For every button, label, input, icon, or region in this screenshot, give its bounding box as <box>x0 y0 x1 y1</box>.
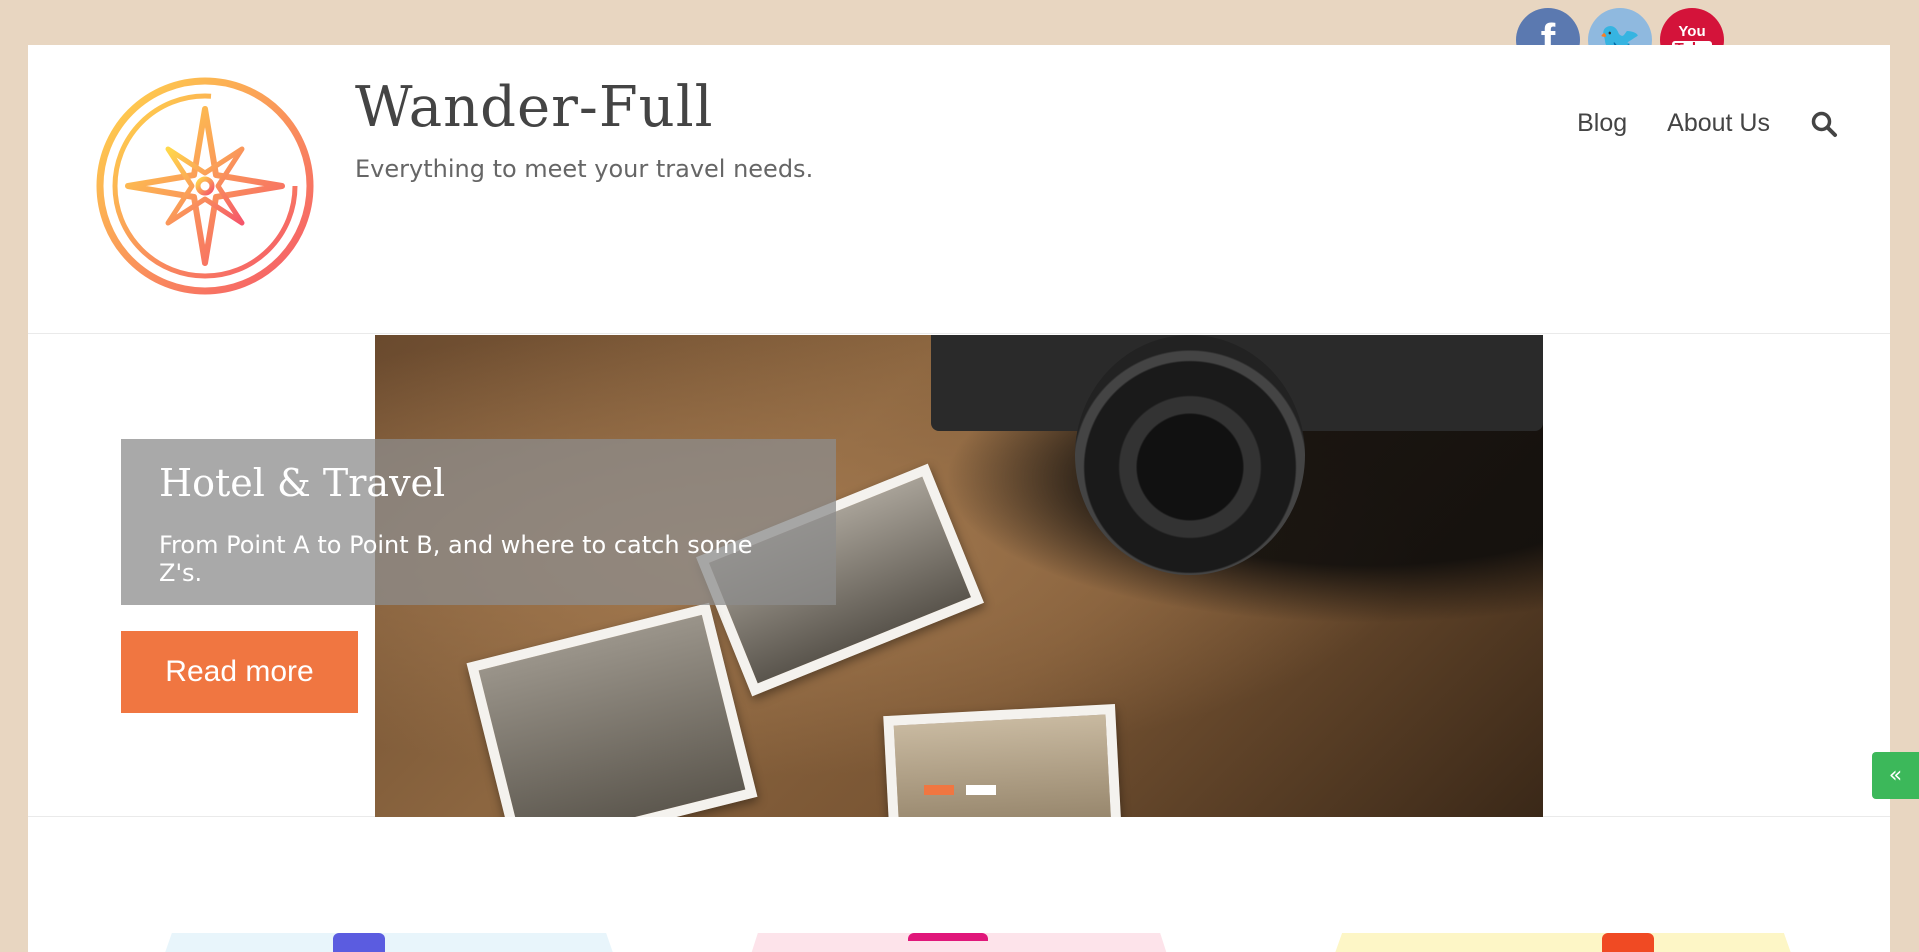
page-container: Wander-Full Everything to meet your trav… <box>28 45 1890 952</box>
slider-dot-1[interactable] <box>924 785 954 795</box>
camera-lens-graphic <box>1075 335 1305 575</box>
double-chevron-left-icon: « <box>1888 763 1903 788</box>
site-header: Wander-Full Everything to meet your trav… <box>28 45 1890 334</box>
slide-description: From Point A to Point B, and where to ca… <box>159 531 753 587</box>
feature-box-1 <box>158 933 620 952</box>
feature-icon-2 <box>908 933 988 952</box>
read-more-button[interactable]: Read more <box>121 631 358 713</box>
slide-caption: Hotel & Travel From Point A to Point B, … <box>121 439 836 605</box>
slide-title: Hotel & Travel <box>159 461 446 505</box>
feature-icon-1 <box>333 933 385 952</box>
polaroid-photo <box>883 704 1123 817</box>
feature-box-3 <box>1328 933 1798 952</box>
feature-boxes <box>28 933 1890 952</box>
main-nav: Blog About Us <box>1577 109 1838 138</box>
hero-slider: Hotel & Travel From Point A to Point B, … <box>28 335 1890 817</box>
polaroid-photo <box>466 602 758 817</box>
slider-pagination <box>924 785 996 795</box>
site-title[interactable]: Wander-Full <box>355 75 714 140</box>
youtube-label-you: You <box>1678 23 1706 40</box>
nav-item-about-us[interactable]: About Us <box>1667 109 1770 138</box>
compass-logo-icon[interactable] <box>92 73 318 299</box>
nav-item-blog[interactable]: Blog <box>1577 109 1627 138</box>
side-panel-toggle-button[interactable]: « <box>1872 752 1919 799</box>
site-tagline: Everything to meet your travel needs. <box>355 155 814 183</box>
slider-dot-2[interactable] <box>966 785 996 795</box>
search-icon[interactable] <box>1810 110 1838 138</box>
feature-icon-3 <box>1602 933 1654 952</box>
